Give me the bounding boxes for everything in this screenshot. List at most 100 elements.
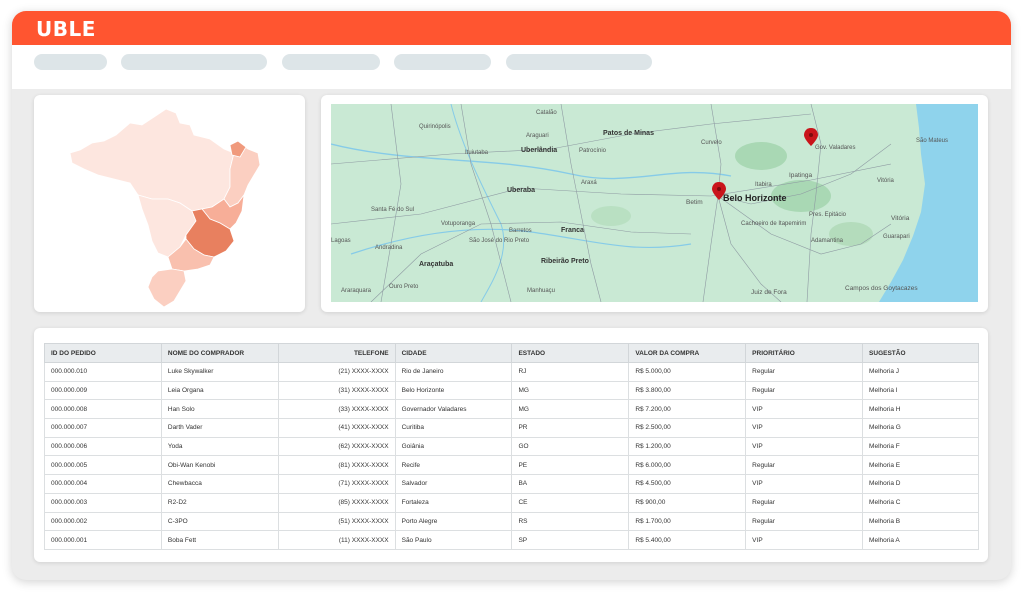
forest-area xyxy=(735,142,787,170)
table-row[interactable]: 000.000.005 Obi-Wan Kenobi (81) XXXX-XXXX R… xyxy=(44,455,979,476)
map-label-major: Araçatuba xyxy=(419,261,453,268)
map-label-minor: Quirinópolis xyxy=(419,124,451,130)
cell-city: Recife xyxy=(394,455,513,476)
brazil-choropleth-map[interactable] xyxy=(34,95,305,312)
cell-priority: VIP xyxy=(745,436,864,457)
cell-priority: Regular xyxy=(745,455,864,476)
col-header-name[interactable]: NOME DO COMPRADOR xyxy=(160,343,279,363)
col-header-id[interactable]: ID DO PEDIDO xyxy=(44,343,162,363)
cell-buyer-name: Han Solo xyxy=(160,399,279,420)
cell-phone: (21) XXXX-XXXX xyxy=(277,362,396,382)
col-header-value[interactable]: VALOR DA COMPRA xyxy=(628,343,747,363)
map-label-major: Patos de Minas xyxy=(603,130,654,137)
cell-buyer-name: Leia Organa xyxy=(160,380,279,401)
col-header-phone[interactable]: TELEFONE xyxy=(277,343,396,363)
cell-value: R$ 5.000,00 xyxy=(628,362,747,382)
table-row[interactable]: 000.000.006 Yoda (62) XXXX-XXXX Goiânia GO R$… xyxy=(44,436,979,457)
cell-city: Governador Valadares xyxy=(394,399,513,420)
cell-order-id: 000.000.006 xyxy=(44,436,162,457)
table-row[interactable]: 000.000.007 Darth Vader (41) XXXX-XXXX Curi… xyxy=(44,418,979,438)
map-label-major: Franca xyxy=(561,227,584,234)
cell-value: R$ 900,00 xyxy=(628,492,747,513)
brazil-map-card xyxy=(34,95,305,312)
map-label-minor: Curvelo xyxy=(701,140,722,146)
map-label-major: Campos dos Goytacazes xyxy=(845,285,918,292)
cell-order-id: 000.000.009 xyxy=(44,380,162,401)
region-north[interactable] xyxy=(69,108,235,212)
cell-buyer-name: R2-D2 xyxy=(160,492,279,513)
cell-city: Curitiba xyxy=(394,418,513,438)
pin-dot xyxy=(809,133,813,137)
map-label-minor: Ouro Preto xyxy=(389,284,419,290)
map-label-minor: Patrocínio xyxy=(579,148,607,154)
cell-value: R$ 3.800,00 xyxy=(628,380,747,401)
cell-state: GO xyxy=(511,436,630,457)
table-row[interactable]: 000.000.001 Boba Fett (11) XXXX-XXXX São Pa… xyxy=(44,530,979,550)
col-header-state[interactable]: ESTADO xyxy=(511,343,630,363)
nav-placeholder[interactable] xyxy=(394,54,491,70)
table-row[interactable]: 000.000.008 Han Solo (33) XXXX-XXXX Governa… xyxy=(44,399,979,420)
map-label-minor: Araguari xyxy=(526,133,549,139)
table-row[interactable]: 000.000.009 Leia Organa (31) XXXX-XXXX Belo… xyxy=(44,380,979,401)
col-header-city[interactable]: CIDADE xyxy=(394,343,513,363)
orders-table: ID DO PEDIDO NOME DO COMPRADOR TELEFONE … xyxy=(44,343,979,550)
cell-state: MG xyxy=(511,380,630,401)
col-header-suggestion[interactable]: SUGESTÃO xyxy=(862,343,979,363)
cell-priority: Regular xyxy=(745,511,864,532)
cell-city: Goiânia xyxy=(394,436,513,457)
map-label-major: Betim xyxy=(686,199,703,206)
cell-buyer-name: Yoda xyxy=(160,436,279,457)
cell-value: R$ 1.700,00 xyxy=(628,511,747,532)
nav-placeholder[interactable] xyxy=(34,54,107,70)
nav-placeholder[interactable] xyxy=(282,54,380,70)
cell-buyer-name: Darth Vader xyxy=(160,418,279,438)
cell-order-id: 000.000.004 xyxy=(44,474,162,494)
cell-state: PR xyxy=(511,418,630,438)
map-label-major: Juiz de Fora xyxy=(751,289,787,296)
cell-suggestion: Melhoria J xyxy=(862,362,979,382)
cell-state: PE xyxy=(511,455,630,476)
cell-value: R$ 4.500,00 xyxy=(628,474,747,494)
nav-placeholder[interactable] xyxy=(506,54,652,70)
cell-city: Porto Alegre xyxy=(394,511,513,532)
map-label-minor: São José do Rio Preto xyxy=(469,238,530,244)
map-label-minor: Lagoas xyxy=(331,238,351,244)
cell-suggestion: Melhoria D xyxy=(862,474,979,494)
map-label-major: São Mateus xyxy=(916,138,948,144)
cell-suggestion: Melhoria A xyxy=(862,530,979,550)
map-label-major: Vitória xyxy=(877,178,895,184)
table-row[interactable]: 000.000.002 C-3PO (51) XXXX-XXXX Porto Aleg… xyxy=(44,511,979,532)
map-view[interactable]: Catalão Quirinópolis Araguari Patos de M… xyxy=(331,104,978,302)
map-label-minor: Santa Fé do Sul xyxy=(371,207,414,213)
cell-suggestion: Melhoria G xyxy=(862,418,979,438)
cell-phone: (51) XXXX-XXXX xyxy=(277,511,396,532)
cell-state: CE xyxy=(511,492,630,513)
cell-state: MG xyxy=(511,399,630,420)
cell-phone: (31) XXXX-XXXX xyxy=(277,380,396,401)
cell-buyer-name: C-3PO xyxy=(160,511,279,532)
table-row[interactable]: 000.000.003 R2-D2 (85) XXXX-XXXX Fortaleza C… xyxy=(44,492,979,513)
table-row[interactable]: 000.000.010 Luke Skywalker (21) XXXX-XXXX R… xyxy=(44,362,979,382)
table-row[interactable]: 000.000.004 Chewbacca (71) XXXX-XXXX Salvad… xyxy=(44,474,979,494)
region-south[interactable] xyxy=(147,268,187,308)
cell-phone: (11) XXXX-XXXX xyxy=(277,530,396,550)
brand-logo: UBLE xyxy=(36,17,96,41)
cell-priority: VIP xyxy=(745,418,864,438)
map-label-minor: Ituiutaba xyxy=(465,150,489,156)
map-label-minor: Votuporanga xyxy=(441,221,476,227)
col-header-priority[interactable]: PRIORITÁRIO xyxy=(745,343,864,363)
cell-phone: (33) XXXX-XXXX xyxy=(277,399,396,420)
map-label-minor: Araxá xyxy=(581,180,597,186)
map-label-minor: Andradina xyxy=(375,245,403,251)
cell-value: R$ 7.200,00 xyxy=(628,399,747,420)
map-label-minor: Barretos xyxy=(509,228,532,234)
cell-priority: Regular xyxy=(745,492,864,513)
cell-priority: Regular xyxy=(745,362,864,382)
cell-order-id: 000.000.007 xyxy=(44,418,162,438)
map-canvas[interactable]: Catalão Quirinópolis Araguari Patos de M… xyxy=(331,104,978,302)
nav-placeholder[interactable] xyxy=(121,54,267,70)
map-label-minor: Araraquara xyxy=(341,288,372,294)
cell-suggestion: Melhoria I xyxy=(862,380,979,401)
cell-suggestion: Melhoria E xyxy=(862,455,979,476)
cell-value: R$ 1.200,00 xyxy=(628,436,747,457)
